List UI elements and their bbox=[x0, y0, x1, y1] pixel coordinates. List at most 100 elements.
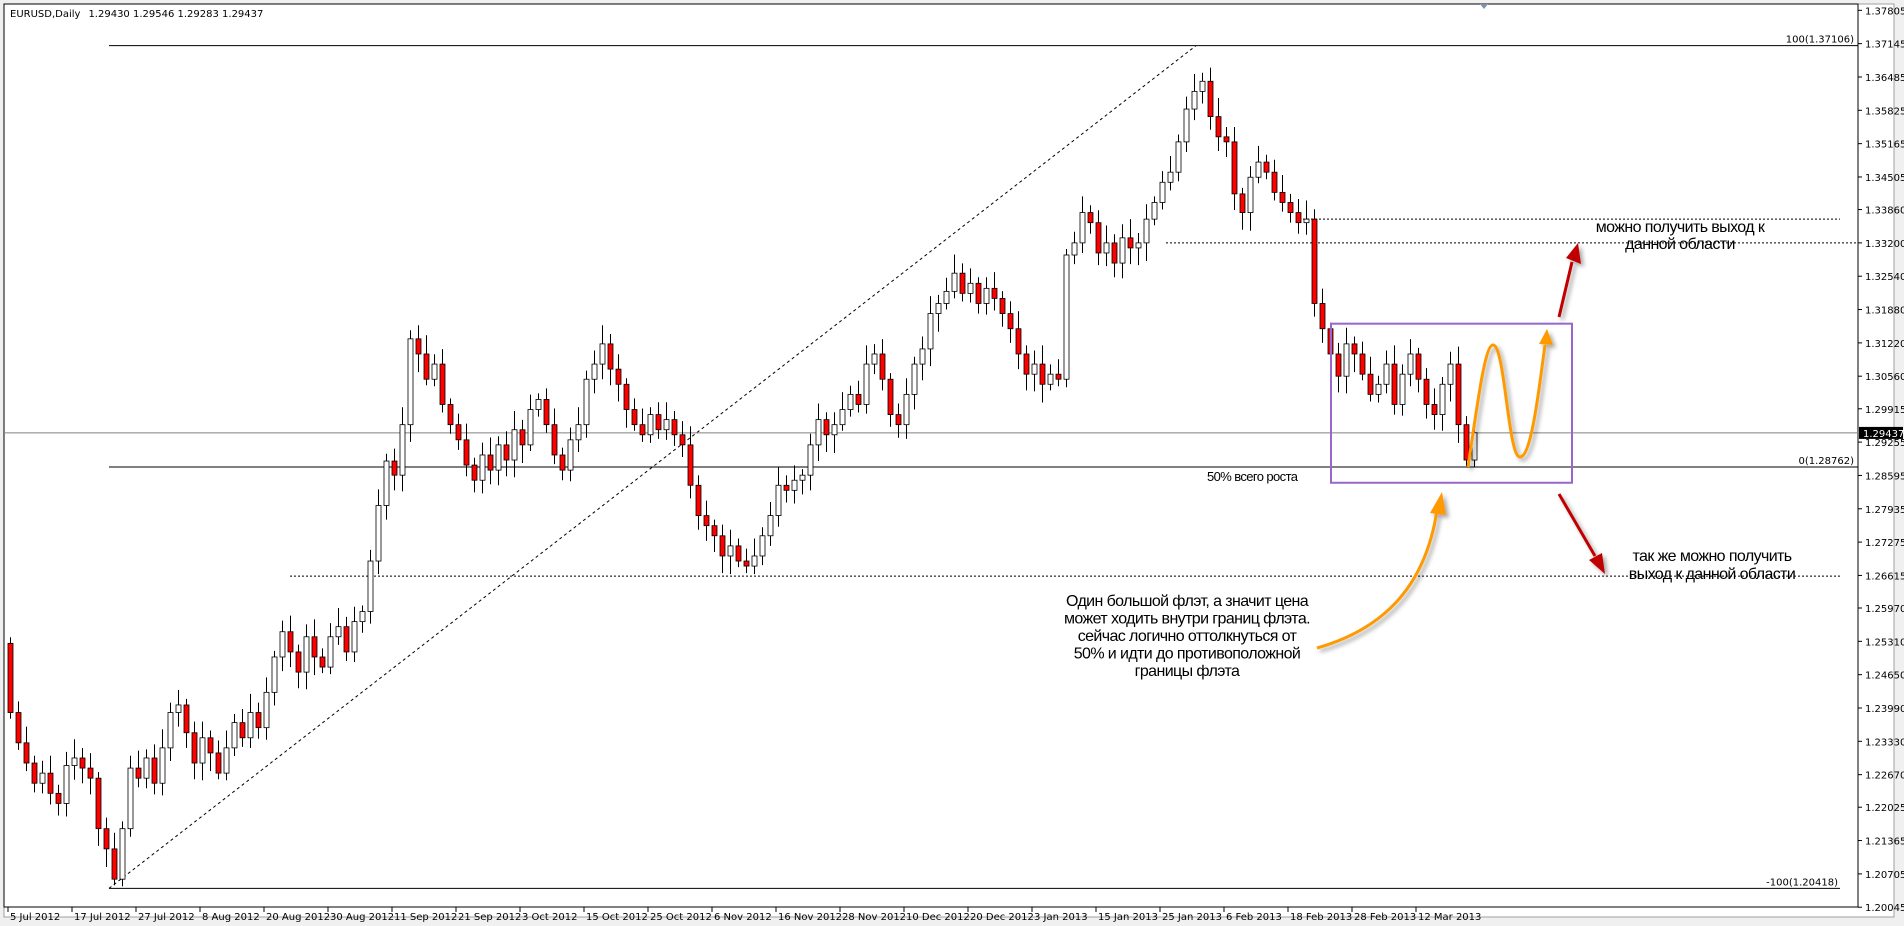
bull-candle bbox=[1247, 176, 1254, 213]
y-tick-label: 1.33200 bbox=[1865, 239, 1904, 250]
bull-candle bbox=[511, 429, 518, 461]
bull-candle bbox=[231, 722, 238, 749]
x-tick-label: 3 Oct 2012 bbox=[522, 912, 577, 923]
bear-candle bbox=[711, 525, 718, 537]
bear-candle bbox=[343, 626, 350, 653]
note-text: сейчас логично оттолкнуться от bbox=[1078, 628, 1298, 645]
bear-candle bbox=[1335, 353, 1342, 377]
up-target-label: данной области bbox=[1625, 236, 1735, 253]
x-tick-label: 21 Sep 2012 bbox=[458, 912, 521, 923]
bear-candle bbox=[1319, 303, 1326, 330]
fifty-percent-label: 50% всего роста bbox=[1207, 469, 1299, 484]
bear-candle bbox=[7, 642, 14, 713]
bull-candle bbox=[263, 691, 270, 729]
bull-candle bbox=[327, 636, 334, 668]
bear-candle bbox=[207, 737, 214, 754]
bull-candle bbox=[175, 704, 182, 713]
x-tick-label: 5 Jul 2012 bbox=[10, 912, 60, 923]
y-tick-label: 1.37805 bbox=[1865, 6, 1904, 17]
bull-candle bbox=[39, 772, 46, 784]
fibo-level-label: 0(1.28762) bbox=[1798, 456, 1854, 467]
bull-candle bbox=[839, 409, 846, 426]
bull-candle bbox=[1199, 80, 1206, 92]
bull-candle bbox=[1255, 161, 1262, 178]
bear-candle bbox=[1055, 373, 1062, 380]
bull-candle bbox=[351, 621, 358, 653]
bull-candle bbox=[1063, 254, 1070, 380]
bear-candle bbox=[287, 631, 294, 653]
bear-candle bbox=[471, 464, 478, 481]
bear-candle bbox=[215, 752, 222, 774]
bear-candle bbox=[391, 460, 398, 476]
bull-candle bbox=[1183, 108, 1190, 143]
bear-candle bbox=[1207, 80, 1214, 118]
bull-candle bbox=[871, 353, 878, 365]
bull-candle bbox=[159, 747, 166, 784]
chart-window[interactable]: EURUSD,Daily 1.29430 1.29546 1.29283 1.29… bbox=[0, 0, 1904, 926]
bull-candle bbox=[1407, 353, 1414, 375]
y-tick-label: 1.31220 bbox=[1865, 339, 1904, 350]
bull-candle bbox=[71, 757, 78, 766]
note-text: может ходить внутри границ флэта. bbox=[1064, 611, 1310, 628]
bull-candle bbox=[751, 555, 758, 567]
note-text: границы флэта bbox=[1135, 663, 1240, 680]
bear-candle bbox=[887, 378, 894, 415]
bear-candle bbox=[543, 399, 550, 426]
x-tick-label: 25 Oct 2012 bbox=[650, 912, 712, 923]
x-tick-label: 15 Oct 2012 bbox=[586, 912, 648, 923]
bear-candle bbox=[895, 414, 902, 426]
bull-candle bbox=[1143, 218, 1150, 244]
bear-candle bbox=[679, 434, 686, 446]
y-tick-label: 1.25970 bbox=[1865, 604, 1904, 615]
bear-candle bbox=[31, 762, 38, 784]
bull-candle bbox=[951, 272, 958, 292]
bull-candle bbox=[535, 399, 542, 410]
bear-candle bbox=[695, 484, 702, 516]
bear-candle bbox=[1423, 378, 1430, 405]
bull-candle bbox=[767, 515, 774, 537]
bull-candle bbox=[1175, 141, 1182, 173]
down-target-label: выход к данной области bbox=[1629, 566, 1795, 583]
bear-candle bbox=[735, 545, 742, 562]
bull-candle bbox=[399, 424, 406, 476]
bear-candle bbox=[743, 560, 750, 567]
price-chart[interactable]: EURUSD,Daily 1.29430 1.29546 1.29283 1.29… bbox=[0, 0, 1904, 926]
bear-candle bbox=[1007, 313, 1014, 330]
y-tick-label: 1.27275 bbox=[1865, 538, 1904, 549]
y-tick-label: 1.29915 bbox=[1865, 405, 1904, 416]
bull-candle bbox=[919, 348, 926, 365]
up-target-label: можно получить выход к bbox=[1596, 219, 1766, 236]
bull-candle bbox=[271, 656, 278, 693]
bull-candle bbox=[815, 419, 822, 446]
y-tick-label: 1.30560 bbox=[1865, 372, 1904, 383]
bear-candle bbox=[703, 515, 710, 527]
y-tick-label: 1.26615 bbox=[1865, 571, 1904, 582]
bull-candle bbox=[831, 424, 838, 436]
bear-candle bbox=[439, 363, 446, 405]
chart-title: EURUSD,Daily 1.29430 1.29546 1.29283 1.29… bbox=[10, 9, 263, 20]
bull-candle bbox=[663, 419, 670, 431]
bull-candle bbox=[1119, 237, 1126, 264]
x-tick-label: 20 Aug 2012 bbox=[266, 912, 330, 923]
bear-candle bbox=[1287, 202, 1294, 213]
bull-candle bbox=[863, 363, 870, 405]
bear-candle bbox=[447, 404, 454, 426]
x-tick-label: 20 Dec 2012 bbox=[970, 912, 1034, 923]
bear-candle bbox=[783, 484, 790, 491]
y-tick-label: 1.27935 bbox=[1865, 505, 1904, 516]
x-tick-label: 28 Feb 2013 bbox=[1354, 912, 1416, 923]
bear-candle bbox=[455, 424, 462, 441]
bear-candle bbox=[183, 704, 190, 734]
bear-candle bbox=[1111, 242, 1118, 264]
bear-candle bbox=[239, 722, 246, 739]
bear-candle bbox=[991, 287, 998, 299]
bear-candle bbox=[1359, 353, 1366, 375]
x-tick-label: 17 Jul 2012 bbox=[74, 912, 131, 923]
x-tick-label: 16 Nov 2012 bbox=[778, 912, 842, 923]
bull-candle bbox=[167, 712, 174, 749]
bull-candle bbox=[791, 479, 798, 491]
bull-candle bbox=[127, 767, 134, 830]
bear-candle bbox=[1311, 218, 1318, 304]
bear-candle bbox=[463, 439, 470, 466]
y-tick-label: 1.25310 bbox=[1865, 637, 1904, 648]
